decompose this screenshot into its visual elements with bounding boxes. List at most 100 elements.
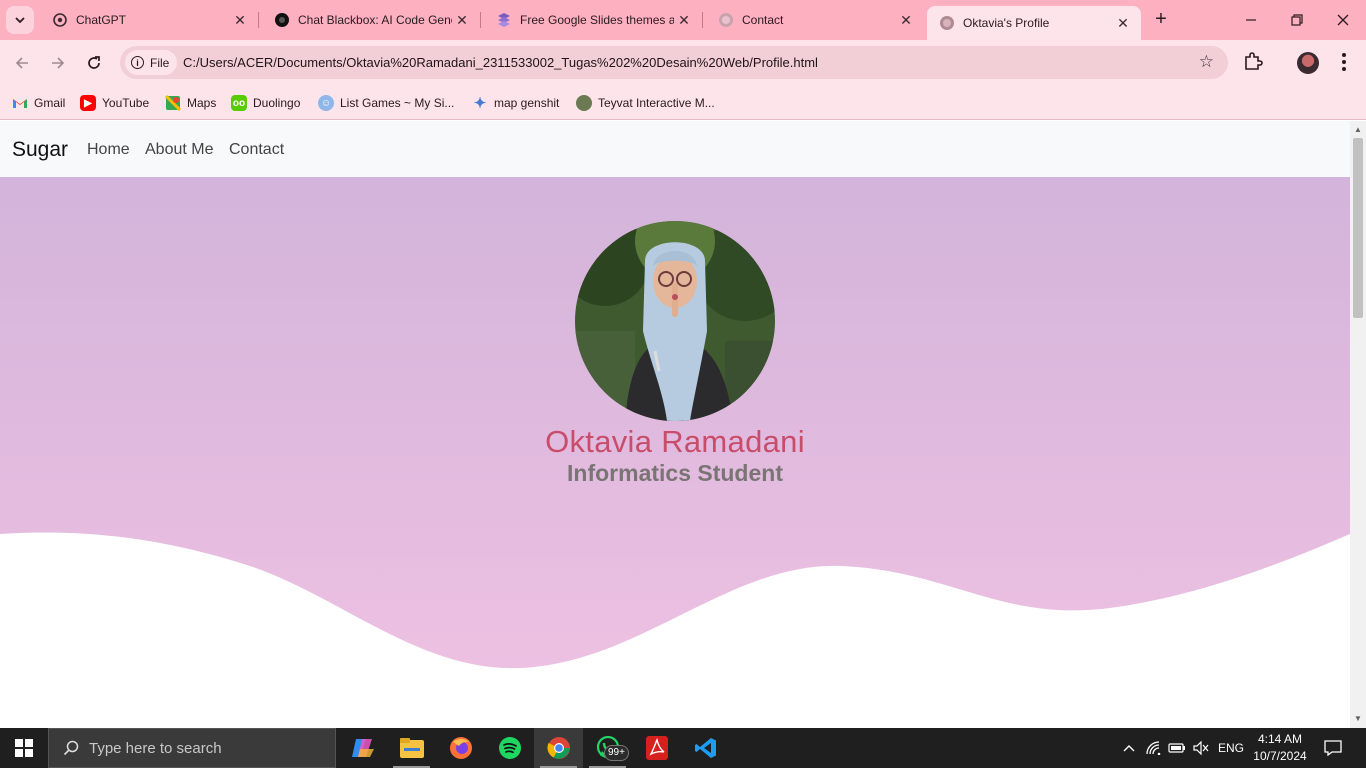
new-tab-button[interactable]: + [1150, 8, 1172, 30]
bookmark-map-genshit[interactable]: ✦ map genshit [472, 92, 560, 114]
arrow-right-icon [52, 57, 65, 69]
bookmark-label: Duolingo [253, 96, 301, 110]
gmail-icon [12, 95, 28, 111]
bookmark-label: YouTube [102, 96, 150, 110]
bookmark-duolingo[interactable]: oo Duolingo [231, 92, 300, 114]
bookmark-label: map genshit [494, 96, 560, 110]
bookmark-gmail[interactable]: Gmail [12, 92, 65, 114]
tab-strip: ChatGPT ✕ Chat Blackbox: AI Code Generat… [0, 0, 1366, 40]
youtube-icon: ▶ [80, 95, 96, 111]
profile-photo [575, 221, 775, 421]
chatgpt-icon [52, 12, 68, 28]
minimize-icon [1246, 19, 1256, 21]
tab-title: Chat Blackbox: AI Code Generation [298, 13, 452, 27]
close-icon[interactable]: ✕ [896, 10, 916, 30]
page-viewport: Sugar Home About Me Contact Oktavia Rama… [0, 121, 1350, 728]
tab-chatgpt[interactable]: ChatGPT ✕ [40, 0, 259, 40]
bookmark-teyvat[interactable]: Teyvat Interactive M... [576, 92, 715, 114]
teyvat-icon [576, 95, 592, 111]
decorative-wave [0, 532, 1350, 728]
profile-hero: Oktavia Ramadani Informatics Student [0, 177, 1350, 728]
minimize-button[interactable] [1228, 0, 1274, 40]
clock-time: 4:14 AM [1257, 732, 1303, 746]
bookmark-label: List Games ~ My Si... [340, 96, 455, 110]
tab-contact[interactable]: Contact ✕ [706, 0, 924, 40]
chevron-down-icon [15, 17, 25, 24]
close-icon[interactable]: ✕ [230, 10, 250, 30]
bookmark-label: Gmail [34, 96, 66, 110]
scrollbar-thumb[interactable] [1353, 138, 1363, 318]
page-scrollbar[interactable]: ▲ ▼ [1350, 121, 1366, 728]
bookmark-list-games[interactable]: ☺ List Games ~ My Si... [318, 92, 454, 114]
taskbar-search[interactable]: Type here to search [48, 728, 336, 768]
maps-icon [165, 95, 181, 111]
copilot-icon[interactable] [338, 728, 387, 768]
close-icon[interactable]: ✕ [1113, 13, 1133, 33]
duolingo-icon: oo [231, 95, 247, 111]
restore-button[interactable] [1274, 0, 1320, 40]
bookmark-label: Teyvat Interactive M... [598, 96, 715, 110]
bookmarks-bar: Gmail ▶ YouTube Maps oo Duolingo ☺ List … [0, 86, 1366, 120]
bookmark-youtube[interactable]: ▶ YouTube [80, 92, 149, 114]
file-explorer-icon[interactable] [387, 728, 436, 768]
reload-icon [88, 56, 100, 69]
site-info-chip[interactable]: i File [125, 50, 178, 75]
globe-icon [718, 12, 734, 28]
vscode-icon[interactable] [681, 728, 730, 768]
site-brand[interactable]: Sugar [12, 138, 68, 162]
tab-search-button[interactable] [6, 6, 34, 34]
chrome-icon[interactable] [534, 728, 583, 768]
search-placeholder: Type here to search [89, 739, 222, 757]
windows-logo-icon [15, 739, 33, 757]
notifications-icon[interactable] [1318, 728, 1348, 768]
tab-title: Free Google Slides themes and Powerpoint… [520, 13, 674, 27]
profile-avatar[interactable] [1297, 52, 1319, 74]
chevron-up-icon [1123, 745, 1135, 752]
acrobat-icon[interactable] [632, 728, 681, 768]
bookmark-maps[interactable]: Maps [165, 92, 216, 114]
show-hidden-icons[interactable] [1118, 728, 1140, 768]
extensions-icon[interactable] [1243, 51, 1265, 73]
address-bar[interactable]: i File C:/Users/ACER/Documents/Oktavia%2… [120, 46, 1228, 79]
firefox-icon[interactable] [436, 728, 485, 768]
whatsapp-unread-badge: 99+ [604, 745, 629, 761]
tab-blackbox[interactable]: Chat Blackbox: AI Code Generation ✕ [262, 0, 481, 40]
taskbar-clock[interactable]: 4:14 AM 10/7/2024 [1250, 731, 1310, 765]
search-icon [63, 740, 79, 756]
profile-name: Oktavia Ramadani [545, 424, 805, 459]
bookmark-star-icon[interactable]: ☆ [1199, 52, 1214, 72]
forward-button[interactable] [44, 49, 72, 77]
wifi-icon[interactable] [1144, 728, 1164, 768]
close-icon[interactable]: ✕ [674, 10, 694, 30]
tab-title: Contact [742, 13, 784, 27]
profile-role: Informatics Student [567, 460, 783, 486]
games-icon: ☺ [318, 95, 334, 111]
volume-muted-icon[interactable] [1190, 728, 1212, 768]
close-icon[interactable]: ✕ [452, 10, 472, 30]
globe-icon [939, 15, 955, 31]
start-button[interactable] [0, 728, 48, 768]
nav-link-home[interactable]: Home [87, 141, 130, 159]
arrow-left-icon [15, 57, 28, 69]
blackbox-icon [274, 12, 290, 28]
language-indicator[interactable]: ENG [1214, 728, 1248, 768]
nav-link-contact[interactable]: Contact [229, 141, 284, 159]
tab-profile[interactable]: Oktavia's Profile ✕ [927, 6, 1141, 40]
info-icon: i [131, 56, 144, 69]
reload-button[interactable] [80, 49, 108, 77]
nav-link-about-me[interactable]: About Me [145, 141, 213, 159]
back-button[interactable] [8, 49, 36, 77]
spotify-icon[interactable] [485, 728, 534, 768]
scroll-up-icon[interactable]: ▲ [1354, 125, 1362, 134]
tab-title: Oktavia's Profile [963, 16, 1050, 30]
slidesgo-icon [496, 12, 512, 28]
url-text[interactable]: C:/Users/ACER/Documents/Oktavia%20Ramada… [183, 55, 818, 70]
browser-menu-icon[interactable] [1334, 50, 1354, 74]
close-window-button[interactable] [1320, 0, 1366, 40]
scroll-down-icon[interactable]: ▼ [1354, 714, 1362, 723]
battery-icon[interactable] [1166, 728, 1188, 768]
tab-slidesgo[interactable]: Free Google Slides themes and Powerpoint… [484, 0, 703, 40]
restore-icon [1291, 14, 1303, 26]
file-label: File [150, 55, 170, 70]
windows-taskbar: Type here to search 99+ ENG 4:14 AM 10/7… [0, 728, 1366, 768]
